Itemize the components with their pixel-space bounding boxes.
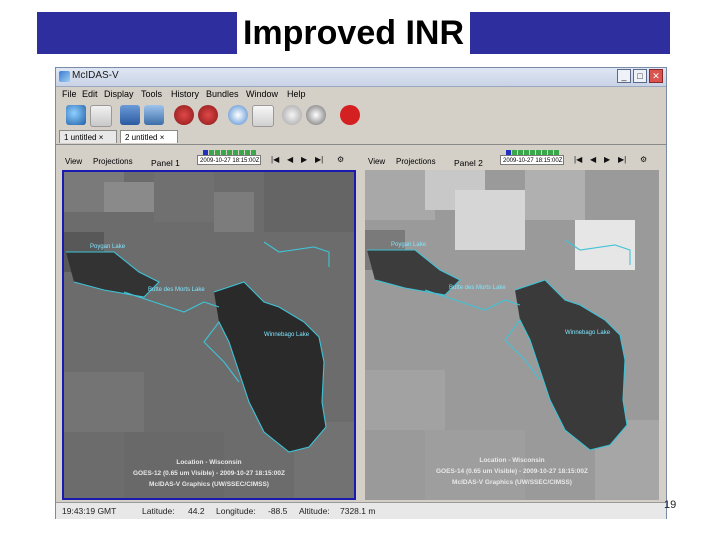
legend-credit: McIDAS-V Graphics (UW/SSEC/CIMSS) bbox=[452, 479, 572, 486]
capture-icon[interactable] bbox=[306, 105, 326, 125]
slide-title: Improved INR bbox=[37, 12, 670, 54]
first-frame-button[interactable]: |◀ bbox=[574, 155, 582, 164]
panel-1: View Projections Panel 1 2009-10-27 18:1… bbox=[59, 146, 361, 500]
info-icon[interactable] bbox=[228, 105, 248, 125]
anim-settings-icon[interactable]: ⚙ bbox=[337, 155, 344, 164]
last-frame-button[interactable]: ▶| bbox=[315, 155, 323, 164]
projections-menu[interactable]: Projections bbox=[93, 157, 133, 166]
map-display[interactable]: Poygan Lake Butte des Morts Lake Winneba… bbox=[62, 170, 356, 500]
globe-icon[interactable] bbox=[66, 105, 86, 125]
slide-title-text: Improved INR bbox=[236, 12, 471, 54]
open-folder-icon[interactable] bbox=[90, 105, 112, 127]
window-title: McIDAS-V bbox=[72, 70, 119, 81]
legend-location: Location - Wisconsin bbox=[176, 459, 242, 466]
lake-label-winnebago: Winnebago Lake bbox=[565, 330, 611, 336]
first-frame-button[interactable]: |◀ bbox=[271, 155, 279, 164]
tab-2-untitled[interactable]: 2 untitled × bbox=[120, 130, 178, 143]
time-selector[interactable]: 2009-10-27 18:15:00Z bbox=[500, 155, 564, 165]
tab-close-icon[interactable]: × bbox=[99, 133, 104, 142]
alert-icon[interactable] bbox=[282, 105, 302, 125]
tab-close-icon[interactable]: × bbox=[160, 133, 165, 142]
play-button[interactable]: ▶ bbox=[301, 155, 307, 164]
dialog-icon[interactable] bbox=[252, 105, 274, 127]
legend-location: Location - Wisconsin bbox=[479, 457, 545, 464]
menu-display[interactable]: Display bbox=[104, 89, 134, 99]
tab-1-untitled[interactable]: 1 untitled × bbox=[59, 130, 117, 143]
status-latitude-label: Latitude: bbox=[142, 506, 175, 516]
toolbar bbox=[58, 102, 664, 128]
status-longitude: -88.5 bbox=[268, 506, 288, 516]
view-menu[interactable]: View bbox=[65, 157, 82, 166]
page-number: 19 bbox=[664, 499, 677, 511]
time-selector[interactable]: 2009-10-27 18:15:00Z bbox=[197, 155, 261, 165]
menu-file[interactable]: File bbox=[62, 89, 77, 99]
satellite-image bbox=[365, 170, 659, 500]
tab-label: 2 untitled bbox=[125, 133, 158, 142]
lake-label-butte-des-morts: Butte des Morts Lake bbox=[449, 285, 506, 291]
maximize-button[interactable]: □ bbox=[633, 69, 647, 83]
view-menu[interactable]: View bbox=[368, 157, 385, 166]
lake-label-poygan: Poygan Lake bbox=[391, 242, 427, 248]
stop-icon[interactable] bbox=[340, 105, 360, 125]
panel-2: View Projections Panel 2 2009-10-27 18:1… bbox=[362, 146, 664, 500]
status-altitude: 7328.1 m bbox=[340, 506, 376, 516]
map-display[interactable]: Poygan Lake Butte des Morts Lake Winneba… bbox=[365, 170, 659, 500]
legend-sensor: GOES-12 (0.65 um Visible) - 2009-10-27 1… bbox=[133, 470, 285, 477]
menu-window[interactable]: Window bbox=[246, 89, 278, 99]
data-icon[interactable] bbox=[144, 105, 164, 125]
status-time: 19:43:19 GMT bbox=[62, 506, 117, 516]
legend-sensor: GOES-14 (0.65 um Visible) - 2009-10-27 1… bbox=[436, 468, 588, 475]
panel-header: View Projections Panel 1 2009-10-27 18:1… bbox=[59, 146, 361, 168]
minimize-button[interactable]: _ bbox=[617, 69, 631, 83]
status-latitude: 44.2 bbox=[188, 506, 205, 516]
panel-header: View Projections Panel 2 2009-10-27 18:1… bbox=[362, 146, 664, 168]
anim-settings-icon[interactable]: ⚙ bbox=[640, 155, 647, 164]
menu-tools[interactable]: Tools bbox=[141, 89, 162, 99]
menu-bar: File Edit Display Tools History Bundles … bbox=[56, 87, 666, 101]
lake-label-poygan: Poygan Lake bbox=[90, 244, 126, 250]
tab-label: 1 untitled bbox=[64, 133, 97, 142]
close-button[interactable]: ✕ bbox=[649, 69, 663, 83]
lake-label-butte-des-morts: Butte des Morts Lake bbox=[148, 287, 205, 293]
menu-help[interactable]: Help bbox=[287, 89, 306, 99]
layers-icon[interactable] bbox=[120, 105, 140, 125]
legend-credit: McIDAS-V Graphics (UW/SSEC/CIMSS) bbox=[149, 481, 269, 488]
status-longitude-label: Longitude: bbox=[216, 506, 256, 516]
last-frame-button[interactable]: ▶| bbox=[618, 155, 626, 164]
tab-strip: 1 untitled × 2 untitled × bbox=[56, 128, 666, 145]
menu-bundles[interactable]: Bundles bbox=[206, 89, 239, 99]
window-title-bar[interactable]: McIDAS-V _ □ ✕ bbox=[56, 68, 666, 87]
time-step-indicator bbox=[203, 148, 265, 155]
satellite-image bbox=[64, 172, 354, 498]
lake-label-winnebago: Winnebago Lake bbox=[264, 332, 310, 338]
projections-menu[interactable]: Projections bbox=[396, 157, 436, 166]
time-step-indicator bbox=[506, 148, 568, 155]
prev-frame-button[interactable]: ◀ bbox=[287, 155, 293, 164]
menu-history[interactable]: History bbox=[171, 89, 199, 99]
heart-icon[interactable] bbox=[198, 105, 218, 125]
status-altitude-label: Altitude: bbox=[299, 506, 330, 516]
app-icon bbox=[59, 71, 70, 82]
panel-name: Panel 1 bbox=[151, 158, 180, 168]
play-button[interactable]: ▶ bbox=[604, 155, 610, 164]
prev-frame-button[interactable]: ◀ bbox=[590, 155, 596, 164]
panel-name: Panel 2 bbox=[454, 158, 483, 168]
heart-icon[interactable] bbox=[174, 105, 194, 125]
menu-edit[interactable]: Edit bbox=[82, 89, 98, 99]
status-bar: 19:43:19 GMT Latitude: 44.2 Longitude: -… bbox=[56, 502, 666, 519]
mcidas-window: McIDAS-V _ □ ✕ File Edit Display Tools H… bbox=[55, 67, 667, 519]
